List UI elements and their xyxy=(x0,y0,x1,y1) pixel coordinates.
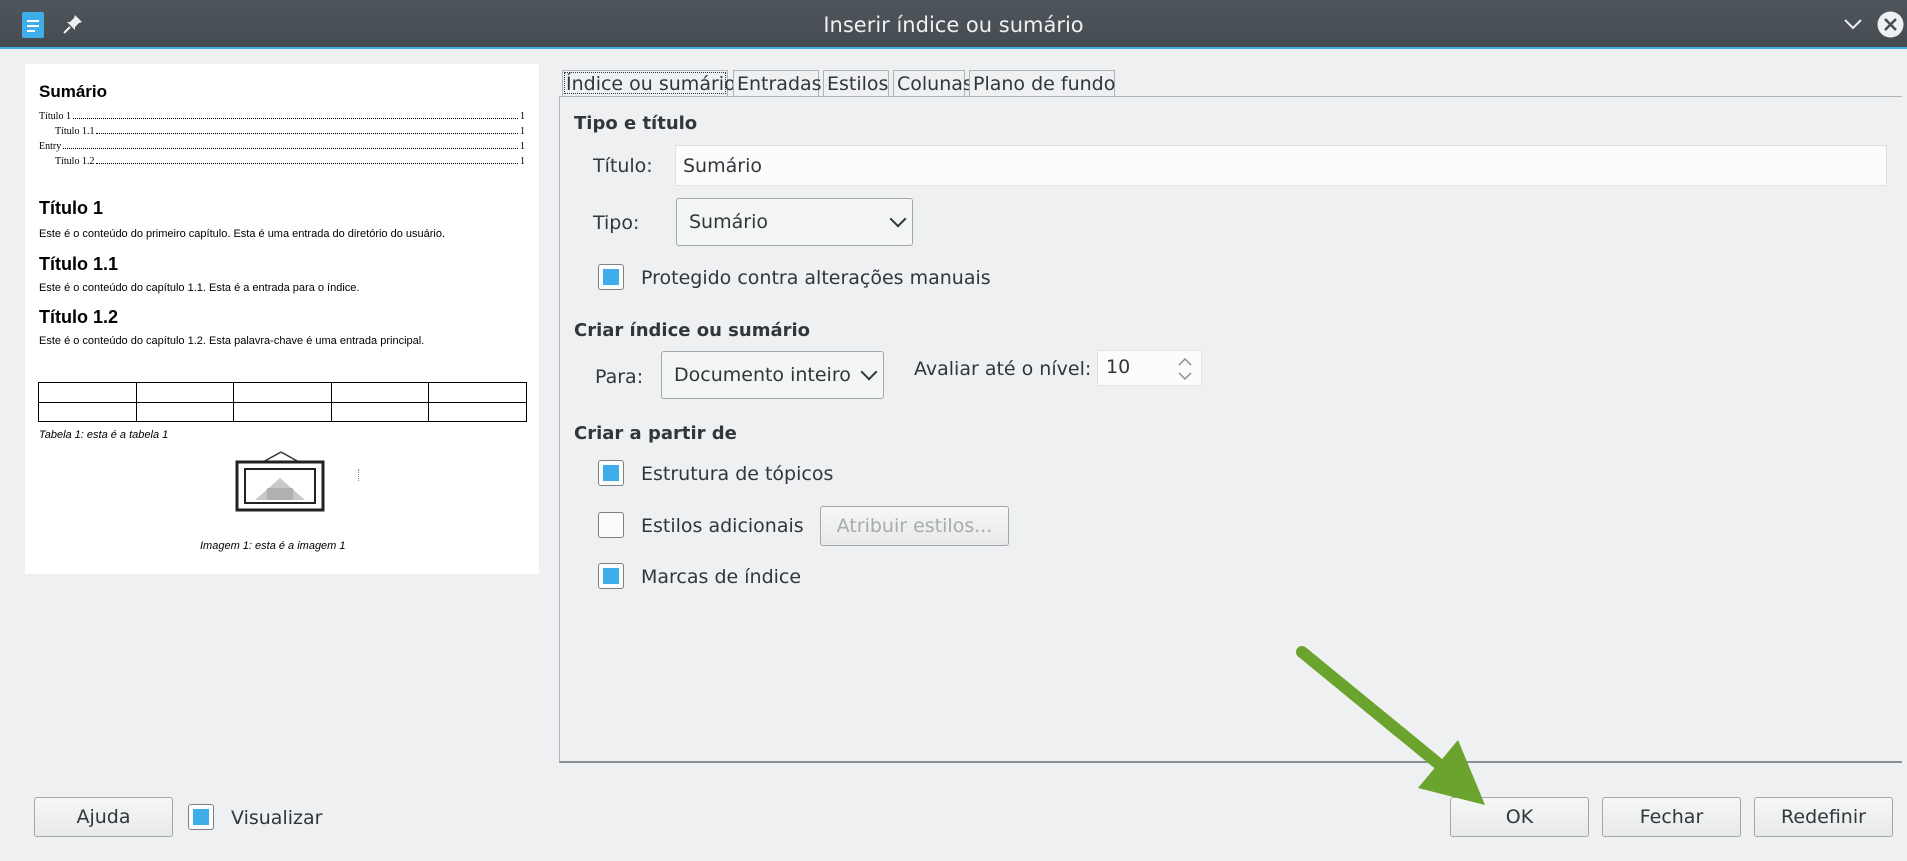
outline-label: Estrutura de tópicos xyxy=(641,463,834,485)
level-spinbox[interactable]: 10 xyxy=(1097,350,1202,386)
preview-toc-title: Sumário xyxy=(39,82,108,101)
close-icon[interactable] xyxy=(1876,10,1905,39)
preview-paragraph: Este é o conteúdo do capítulo 1.2. Esta … xyxy=(39,335,425,347)
index-marks-label: Marcas de índice xyxy=(641,566,802,588)
reset-button[interactable]: Redefinir xyxy=(1754,797,1893,837)
type-label: Tipo: xyxy=(593,212,640,234)
preview-checkbox[interactable] xyxy=(188,804,214,830)
table-caption: Tabela 1: esta é a tabela 1 xyxy=(39,429,169,441)
chevron-down-icon xyxy=(889,210,907,228)
additional-styles-label: Estilos adicionais xyxy=(641,515,804,537)
close-button[interactable]: Fechar xyxy=(1602,797,1741,837)
preview-pane: Sumário Título 11 Título 1.1 1 Entry 1 Tít… xyxy=(25,64,539,574)
spin-arrows-icon[interactable] xyxy=(1177,356,1193,382)
index-marks-checkbox[interactable] xyxy=(598,563,624,589)
chevron-down-icon[interactable] xyxy=(1843,16,1863,32)
chevron-down-icon xyxy=(860,363,878,381)
section-create-from: Criar a partir de xyxy=(574,423,737,444)
title-input[interactable]: Sumário xyxy=(675,145,1887,186)
tab-index[interactable]: Índice ou sumário xyxy=(562,70,736,96)
annotation-arrow-icon xyxy=(1296,646,1485,805)
tab-columns[interactable]: Colunas xyxy=(893,70,973,96)
outline-checkbox[interactable] xyxy=(598,460,624,486)
for-label: Para: xyxy=(595,366,644,388)
level-value: 10 xyxy=(1106,356,1131,378)
picture-frame-icon xyxy=(235,451,325,512)
preview-paragraph: Este é o conteúdo do primeiro capítulo. … xyxy=(39,228,446,240)
preview-heading: Título 1.2 xyxy=(39,307,119,327)
section-create-index: Criar índice ou sumário xyxy=(574,320,811,341)
title-bar: Inserir índice ou sumário xyxy=(0,0,1907,49)
assign-styles-button[interactable]: Atribuir estilos... xyxy=(820,506,1009,546)
tab-panel xyxy=(559,96,1902,763)
tab-styles[interactable]: Estilos xyxy=(823,70,889,96)
toc-entry: Título 11 xyxy=(39,111,525,122)
for-select[interactable]: Documento inteiro xyxy=(661,351,884,399)
window-title: Inserir índice ou sumário xyxy=(823,13,1084,37)
additional-styles-checkbox[interactable] xyxy=(598,512,624,538)
preview-table xyxy=(38,382,527,422)
toc-entry: Entry 1 xyxy=(39,141,525,152)
title-label: Título: xyxy=(593,155,653,177)
preview-label: Visualizar xyxy=(231,807,323,829)
image-caption: Imagem 1: esta é a imagem 1 xyxy=(200,540,346,552)
level-label: Avaliar até o nível: xyxy=(914,358,1092,380)
for-select-value: Documento inteiro xyxy=(674,364,851,386)
preview-paragraph: Este é o conteúdo do capítulo 1.1. Esta … xyxy=(39,282,360,294)
type-select-value: Sumário xyxy=(689,211,768,233)
protect-label: Protegido contra alterações manuais xyxy=(641,267,991,289)
preview-heading: Título 1 xyxy=(39,198,103,218)
divider xyxy=(358,469,360,481)
tab-background[interactable]: Plano de fundo xyxy=(969,70,1115,96)
preview-heading: Título 1.1 xyxy=(39,254,119,274)
tab-entries[interactable]: Entradas xyxy=(733,70,822,96)
toc-entry: Título 1.2 1 xyxy=(55,156,525,167)
help-button[interactable]: Ajuda xyxy=(34,797,173,837)
protect-checkbox[interactable] xyxy=(598,264,624,290)
section-type-title: Tipo e título xyxy=(574,113,698,134)
dialog-window: Inserir índice ou sumário Sumário Título… xyxy=(0,0,1907,861)
type-select[interactable]: Sumário xyxy=(676,198,913,246)
toc-entry: Título 1.1 1 xyxy=(55,126,525,137)
